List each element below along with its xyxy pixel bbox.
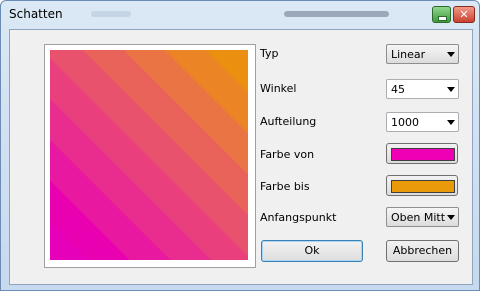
- cancel-button[interactable]: Abbrechen: [386, 240, 459, 262]
- minimize-button[interactable]: [432, 6, 451, 23]
- gradient-preview: [50, 50, 248, 260]
- anfangspunkt-label: Anfangspunkt: [260, 211, 337, 224]
- gradient-preview-frame: [44, 44, 256, 268]
- farbe-von-label: Farbe von: [260, 148, 315, 161]
- close-icon: ✕: [459, 8, 469, 21]
- aufteilung-label: Aufteilung: [260, 115, 317, 128]
- chevron-down-icon: [447, 87, 455, 92]
- dialog-window: Schatten ✕ Typ Linear Winkel 45 Aufteilu…: [0, 0, 480, 291]
- typ-select[interactable]: Linear: [386, 44, 459, 64]
- blurred-title-text-2: [284, 11, 389, 17]
- dialog-client-area: Typ Linear Winkel 45 Aufteilung 1000 Far…: [9, 29, 473, 285]
- farbe-bis-button[interactable]: [386, 175, 458, 196]
- aufteilung-select[interactable]: 1000: [386, 112, 459, 132]
- chevron-down-icon: [447, 52, 455, 57]
- chevron-down-icon: [447, 120, 455, 125]
- chevron-down-icon: [447, 215, 455, 220]
- minimize-icon: [438, 16, 447, 21]
- aufteilung-value: 1000: [391, 116, 419, 129]
- anfangspunkt-value: Oben Mitte: [391, 211, 445, 224]
- winkel-select[interactable]: 45: [386, 79, 459, 99]
- winkel-label: Winkel: [260, 82, 297, 95]
- anfangspunkt-select[interactable]: Oben Mitte: [386, 207, 459, 227]
- title-bar[interactable]: Schatten ✕: [1, 1, 479, 29]
- window-title: Schatten: [9, 7, 63, 21]
- winkel-value: 45: [391, 83, 405, 96]
- typ-value: Linear: [391, 48, 426, 61]
- farbe-von-swatch: [391, 148, 455, 161]
- farbe-von-button[interactable]: [386, 143, 458, 164]
- farbe-bis-swatch: [391, 180, 455, 193]
- farbe-bis-label: Farbe bis: [260, 180, 310, 193]
- typ-label: Typ: [260, 47, 279, 60]
- blurred-title-text: [91, 11, 131, 17]
- close-button[interactable]: ✕: [453, 6, 475, 23]
- ok-button[interactable]: Ok: [261, 240, 363, 262]
